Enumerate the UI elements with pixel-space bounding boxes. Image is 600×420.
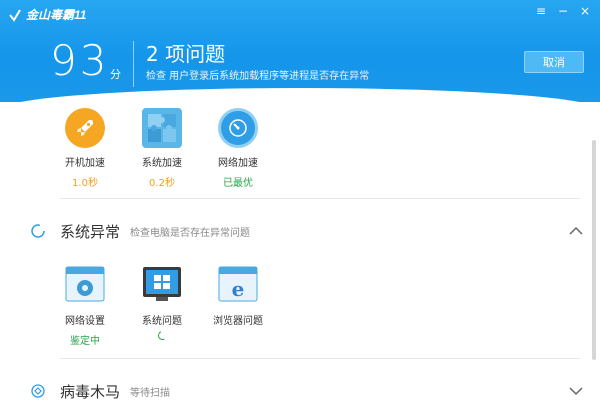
system-item-browser-issues[interactable]: e 浏览器问题 — [203, 266, 273, 327]
speedup-item-label: 开机加速 — [65, 158, 105, 169]
header-divider — [133, 41, 134, 87]
ie-browser-icon: e — [218, 266, 258, 302]
section-title: 系统异常 — [60, 222, 121, 241]
rocket-icon — [65, 108, 105, 148]
system-item-label: 浏览器问题 — [213, 316, 263, 327]
network-settings-icon — [65, 266, 105, 302]
system-item-system-issues[interactable]: 系统问题 — [127, 266, 197, 342]
system-item-status: 鉴定中 — [70, 336, 100, 347]
header-banner: 金山毒霸11 ≡ − × 93 分 2 项问题 检查 用户登录后系统加载程序等进… — [0, 0, 600, 102]
system-item-network-settings[interactable]: 网络设置 鉴定中 — [50, 266, 120, 347]
puzzle-icon — [142, 108, 182, 148]
app-logo-text: 金山毒霸11 — [26, 8, 87, 22]
system-item-label: 网络设置 — [65, 316, 105, 327]
section-title: 病毒木马 — [60, 382, 121, 401]
close-icon[interactable]: × — [578, 4, 592, 18]
speedup-item-system[interactable]: 系统加速 0.2秒 — [127, 108, 197, 189]
logo-mark-icon — [9, 8, 21, 22]
speedup-item-label: 系统加速 — [142, 158, 182, 169]
scan-status-text: 检查 用户登录后系统加载程序等进程是否存在异常 — [146, 71, 370, 82]
section-note: 等待扫描 — [130, 387, 170, 399]
speedup-item-network[interactable]: 网络加速 已最优 — [203, 108, 273, 189]
issue-count-title: 2 项问题 — [146, 42, 226, 66]
minimize-icon[interactable]: − — [556, 4, 570, 18]
section-virus-trojan[interactable]: 病毒木马 等待扫描 — [0, 376, 600, 406]
speedup-item-value: 已最优 — [223, 178, 253, 189]
loading-ring-icon — [31, 224, 45, 238]
section-system-anomaly[interactable]: 系统异常 检查电脑是否存在异常问题 — [0, 216, 600, 246]
windows-icon — [143, 267, 181, 301]
scanning-spinner-icon — [156, 329, 168, 342]
section-divider — [60, 198, 580, 199]
speedometer-icon — [218, 108, 258, 148]
scrollbar[interactable] — [592, 140, 596, 360]
score-unit: 分 — [110, 68, 121, 81]
virus-shield-icon — [31, 384, 45, 398]
health-score: 93 — [50, 36, 110, 85]
window-controls: ≡ − × — [534, 4, 592, 18]
system-item-label: 系统问题 — [142, 316, 182, 327]
section-note: 检查电脑是否存在异常问题 — [130, 227, 250, 239]
menu-icon[interactable]: ≡ — [534, 4, 548, 18]
speedup-item-value: 1.0秒 — [72, 178, 98, 189]
svg-text:e: e — [232, 277, 245, 301]
speedup-item-value: 0.2秒 — [149, 178, 175, 189]
section-divider — [60, 358, 580, 359]
chevron-up-icon[interactable] — [569, 226, 583, 236]
app-logo: 金山毒霸11 — [8, 6, 86, 23]
scan-results-panel: 开机加速 1.0秒 系统加速 0.2秒 网络加速 已最优 系统异常 检查电脑是否… — [0, 102, 600, 420]
speedup-item-label: 网络加速 — [218, 158, 258, 169]
chevron-down-icon[interactable] — [569, 386, 583, 396]
cancel-button[interactable]: 取消 — [524, 51, 584, 73]
speedup-item-boot[interactable]: 开机加速 1.0秒 — [50, 108, 120, 189]
